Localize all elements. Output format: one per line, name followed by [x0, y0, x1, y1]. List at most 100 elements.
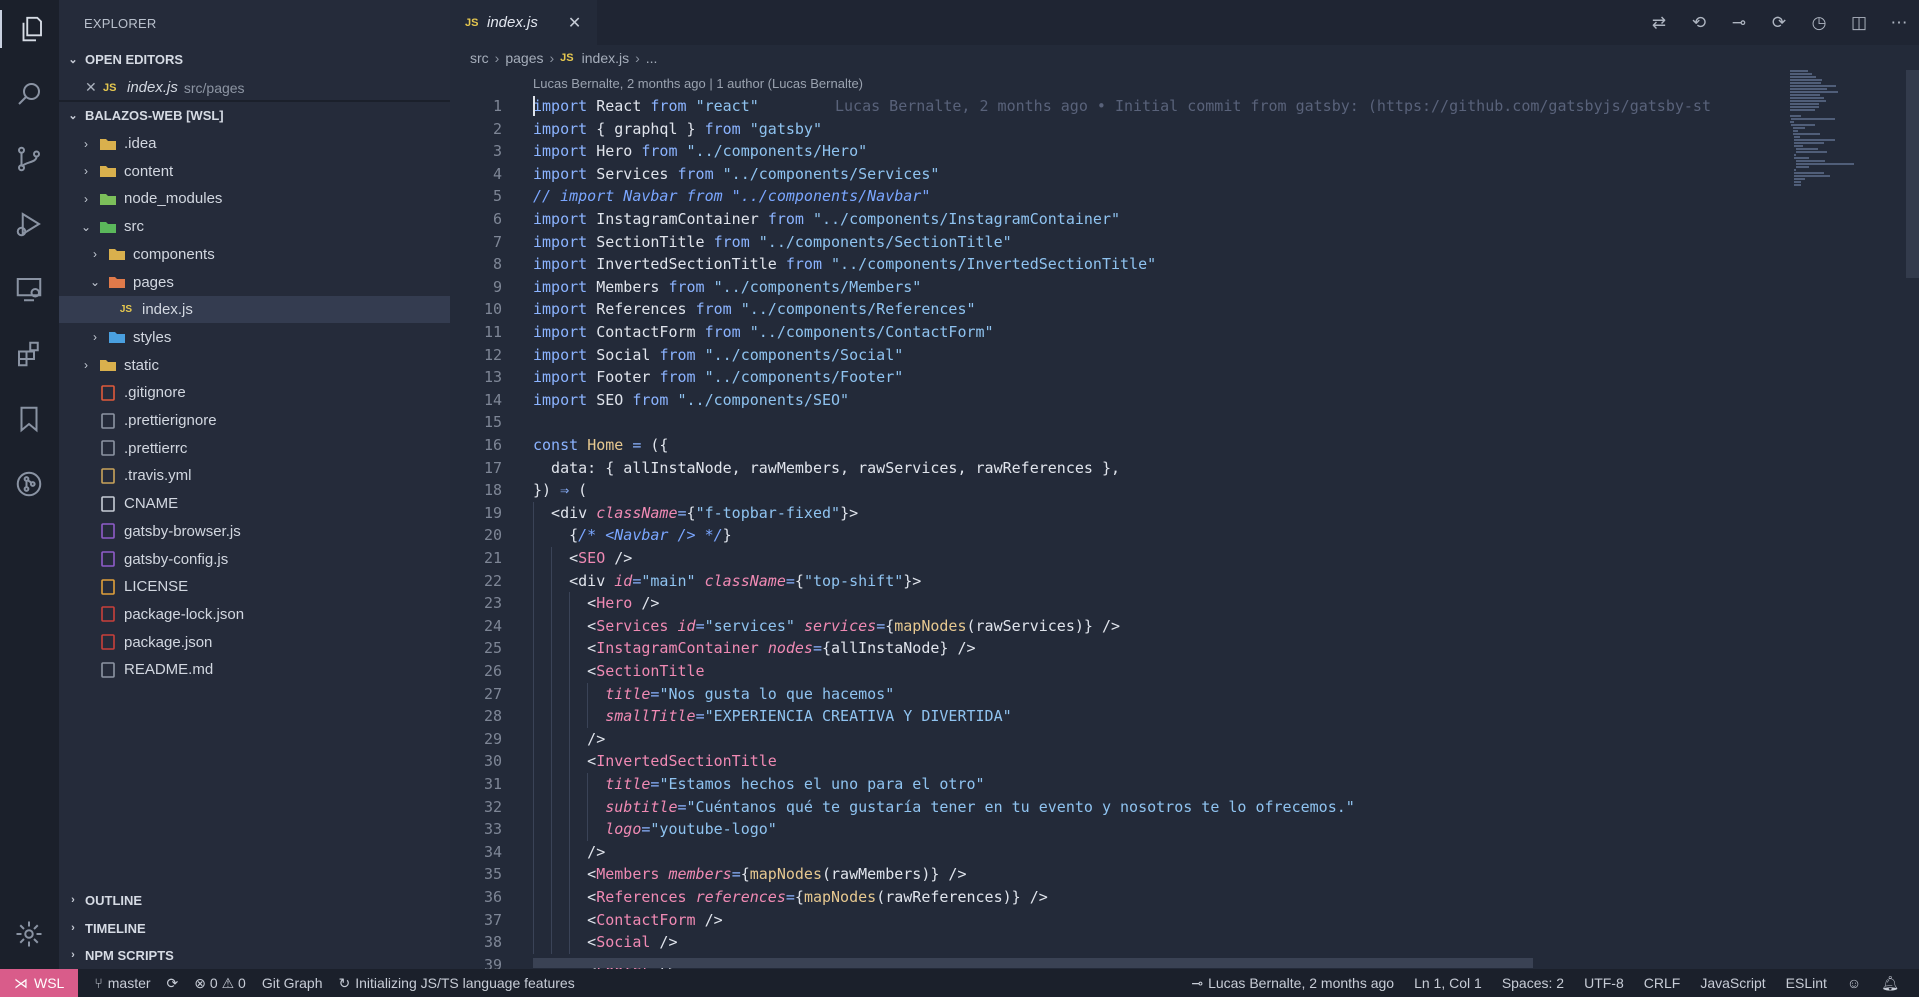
code-text: import React from "react"	[533, 97, 759, 115]
chevron-right-icon: ›	[93, 247, 97, 262]
indentation[interactable]: Spaces: 2	[1502, 975, 1564, 991]
tree-item[interactable]: package.json	[59, 629, 450, 656]
tree-item[interactable]: .gitignore	[59, 379, 450, 406]
tree-item[interactable]: › components	[59, 241, 450, 268]
more-actions-icon[interactable]: ⋯	[1879, 13, 1919, 33]
feedback-icon[interactable]: ☺	[1847, 975, 1861, 991]
open-editors-header[interactable]: ⌄ OPEN EDITORS	[59, 47, 450, 71]
close-icon[interactable]: ✕	[85, 79, 103, 96]
encoding[interactable]: UTF-8	[1584, 975, 1624, 991]
horizontal-scrollbar[interactable]	[533, 958, 1533, 968]
tree-item[interactable]: › static	[59, 352, 450, 379]
close-icon[interactable]: ✕	[568, 13, 581, 33]
chevron-down-icon: ⌄	[80, 219, 92, 234]
loading-icon: ↻	[338, 974, 351, 991]
tree-item[interactable]: › .idea	[59, 130, 450, 157]
outline-section[interactable]: › OUTLINE	[59, 888, 450, 912]
code-text: import InstagramContainer from "../compo…	[533, 210, 1121, 228]
git-graph-icon[interactable]	[10, 465, 48, 503]
tree-item[interactable]: JS index.js	[59, 296, 450, 324]
tab-index-js[interactable]: JS index.js ✕	[450, 0, 597, 45]
js-icon: JS	[119, 304, 133, 316]
tree-item[interactable]: README.md	[59, 656, 450, 683]
line-number: 2	[492, 119, 502, 138]
code-text: <InstagramContainer nodes={allInstaNode}…	[533, 639, 976, 658]
tree-item[interactable]: › content	[59, 158, 450, 185]
tree-item[interactable]: package-lock.json	[59, 601, 450, 628]
notifications-icon[interactable]: 🔔︎	[1881, 975, 1899, 992]
npm-scripts-section[interactable]: › NPM SCRIPTS	[59, 943, 450, 967]
codelens-authors[interactable]: Lucas Bernalte, 2 months ago | 1 author …	[533, 76, 863, 91]
code-line: 29 />	[450, 728, 1750, 751]
line-number: 34	[483, 842, 502, 861]
minimap-line	[1790, 94, 1821, 96]
tree-item[interactable]: ⌄ src	[59, 213, 450, 240]
workspace-header[interactable]: ⌄ BALAZOS-WEB [WSL]	[59, 103, 450, 127]
previous-revision-icon[interactable]: ⟲	[1679, 13, 1719, 33]
run-debug-icon[interactable]	[10, 205, 48, 243]
tree-item[interactable]: › node_modules	[59, 185, 450, 212]
markdown-icon	[99, 661, 117, 678]
timeline-section[interactable]: › TIMELINE	[59, 916, 450, 940]
split-editor-icon[interactable]: ◫	[1839, 13, 1879, 33]
commit-icon[interactable]: ⊸	[1719, 13, 1759, 33]
timeline-icon[interactable]: ◷	[1799, 13, 1839, 33]
line-number: 38	[483, 933, 502, 952]
vertical-scrollbar[interactable]	[1906, 70, 1919, 278]
explorer-icon[interactable]	[0, 10, 60, 48]
open-changes-icon[interactable]: ⇄	[1639, 13, 1679, 33]
tree-item[interactable]: .prettierignore	[59, 407, 450, 434]
line-number: 24	[483, 616, 502, 635]
folder-icon	[99, 163, 117, 179]
line-number: 5	[492, 187, 502, 206]
minimap-line	[1790, 73, 1813, 75]
blame-item[interactable]: ⊸ Lucas Bernalte, 2 months ago	[1191, 975, 1394, 992]
next-revision-icon[interactable]: ⟳	[1759, 13, 1799, 33]
search-icon[interactable]	[10, 75, 48, 113]
editor-area: JS index.js ✕ ⇄ ⟲ ⊸ ⟳ ◷ ◫ ⋯ src › pages …	[450, 0, 1919, 969]
outline-label: OUTLINE	[85, 892, 143, 908]
minimap-line	[1795, 163, 1854, 165]
remote-indicator[interactable]: ⋊ WSL	[0, 969, 79, 997]
tree-item[interactable]: gatsby-browser.js	[59, 518, 450, 545]
line-number: 3	[492, 142, 502, 161]
branch-item[interactable]: ⑂ master	[94, 975, 150, 991]
tree-item[interactable]: gatsby-config.js	[59, 546, 450, 573]
tree-item[interactable]: .prettierrc	[59, 435, 450, 462]
line-number: 28	[483, 707, 502, 726]
prettier-icon	[99, 412, 117, 429]
line-number: 15	[483, 413, 502, 432]
javascript-file-icon: JS	[103, 81, 117, 94]
end-of-line[interactable]: CRLF	[1644, 975, 1681, 991]
status-bar: ⋊ WSL ⑂ master ⟳ ⊗ 0 ⚠ 0 Git Graph ↻ Ini…	[0, 969, 1919, 997]
tree-item[interactable]: › styles	[59, 324, 450, 351]
indent-guide	[569, 592, 570, 954]
source-control-icon[interactable]	[10, 140, 48, 178]
settings-gear-icon[interactable]	[10, 915, 48, 953]
tree-item[interactable]: LICENSE	[59, 573, 450, 600]
tree-item[interactable]: .travis.yml	[59, 462, 450, 489]
code-editor[interactable]: 1 import React from "react" Lucas Bernalte…	[450, 95, 1780, 969]
bookmarks-icon[interactable]	[10, 400, 48, 438]
problems-item[interactable]: ⊗ 0 ⚠ 0	[194, 975, 246, 992]
sync-icon[interactable]: ⟳	[167, 975, 179, 992]
minimap-line	[1794, 145, 1804, 147]
language-mode[interactable]: JavaScript	[1700, 975, 1765, 991]
cursor-position[interactable]: Ln 1, Col 1	[1414, 975, 1482, 991]
line-number: 30	[483, 752, 502, 771]
extensions-icon[interactable]	[10, 335, 48, 373]
tree-item[interactable]: ⌄ pages	[59, 269, 450, 296]
git-graph-button[interactable]: Git Graph	[262, 975, 323, 991]
npm-icon	[99, 606, 117, 623]
breadcrumb-symbol[interactable]: ...	[646, 50, 658, 66]
open-editor-item[interactable]: ✕ JS index.js src/pages	[59, 74, 450, 101]
code-line: 4 import Services from "../components/Ser…	[450, 163, 1750, 186]
breadcrumb-pages[interactable]: pages	[505, 50, 543, 66]
code-line: 38 <Social />	[450, 931, 1750, 954]
breadcrumb-src[interactable]: src	[470, 50, 489, 66]
eslint-status[interactable]: ESLint	[1786, 975, 1827, 991]
minimap[interactable]	[1790, 70, 1870, 350]
remote-explorer-icon[interactable]	[10, 270, 48, 308]
tree-item[interactable]: CNAME	[59, 490, 450, 517]
breadcrumb-file[interactable]: index.js	[582, 50, 629, 66]
